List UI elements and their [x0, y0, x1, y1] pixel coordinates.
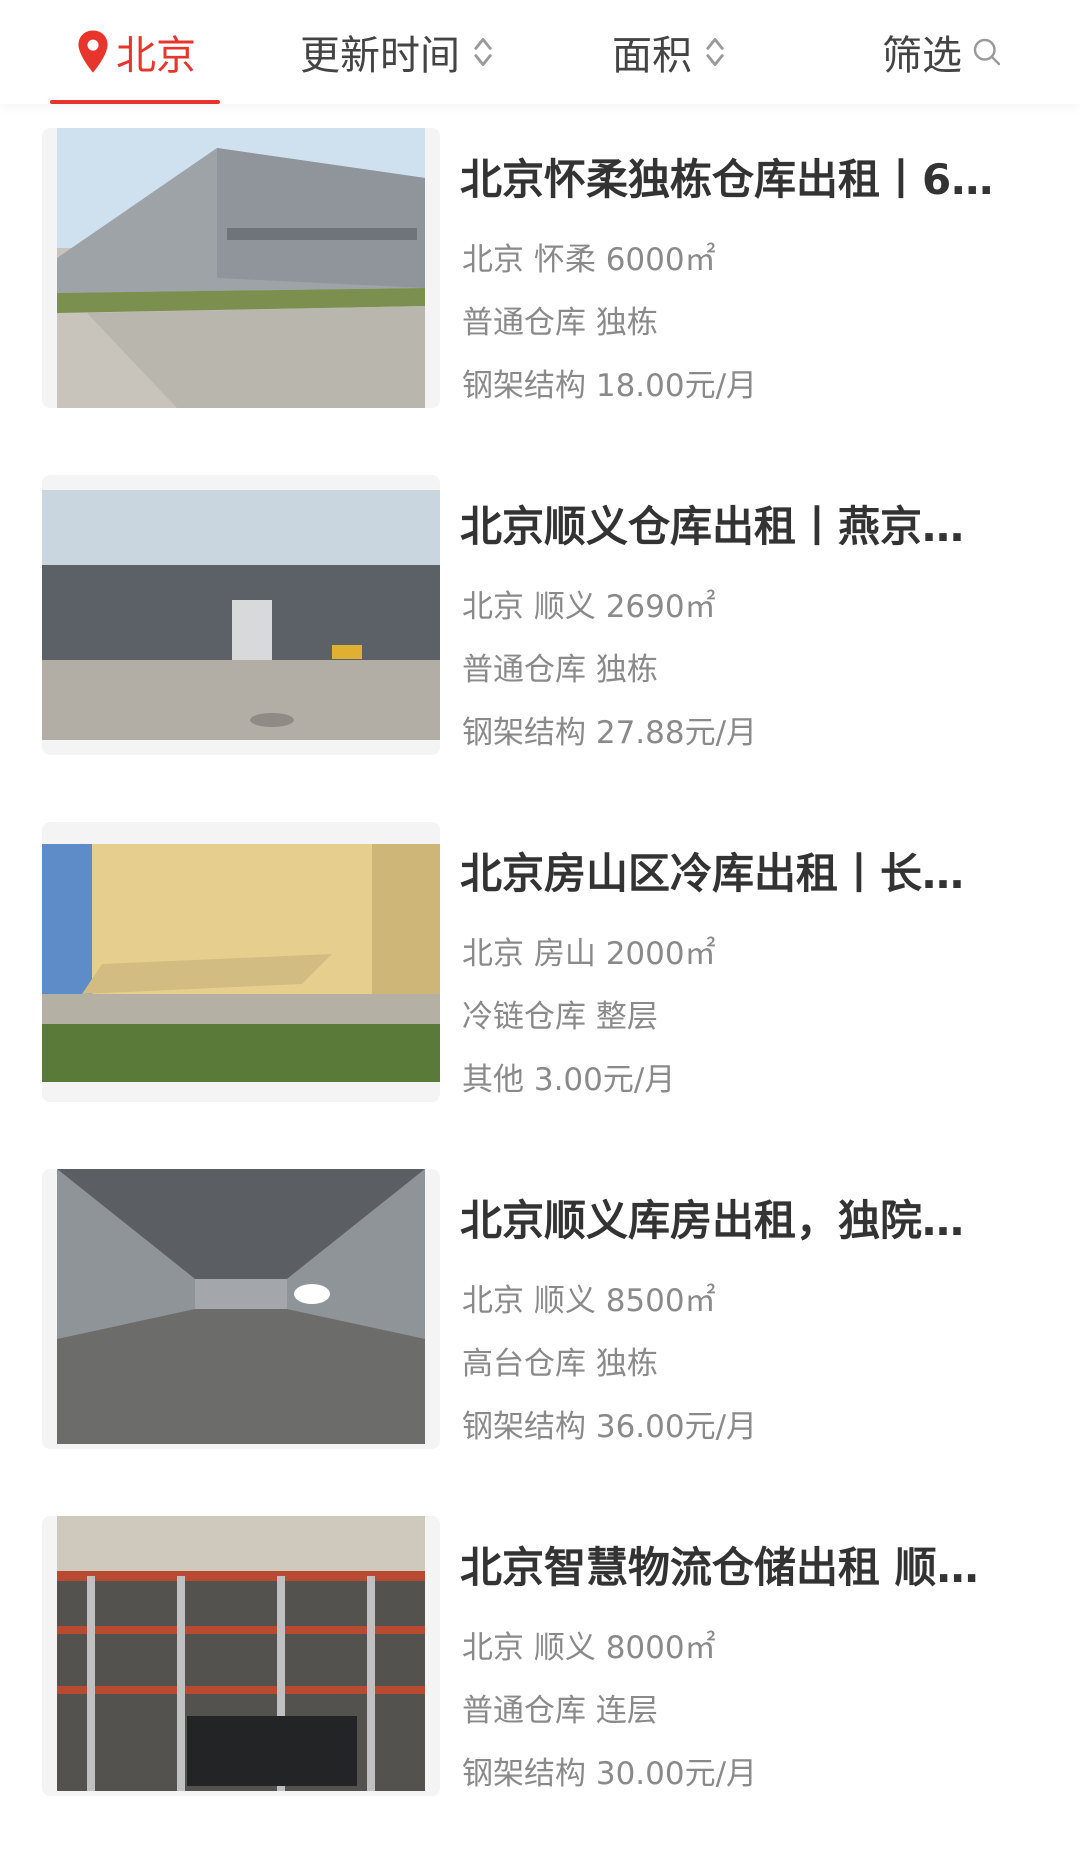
- active-tab-underline: [50, 100, 220, 104]
- sort-by-update-time[interactable]: 更新时间: [300, 0, 494, 104]
- listing-structure-price: 其他 3.00元/月: [462, 1062, 676, 1098]
- sort-toggle-icon: [706, 37, 724, 67]
- listing-location-area: 北京 怀柔 6000㎡: [462, 242, 716, 278]
- warehouse-photo: [42, 822, 440, 1102]
- listing-card[interactable]: 北京顺义库房出租，独院… 北京 顺义 8500㎡ 高台仓库 独栋 钢架结构 36…: [0, 1169, 1080, 1459]
- warehouse-photo: [42, 475, 440, 755]
- city-selector[interactable]: 北京: [50, 0, 220, 104]
- listing-card[interactable]: 北京怀柔独栋仓库出租丨6… 北京 怀柔 6000㎡ 普通仓库 独栋 钢架结构 1…: [0, 128, 1080, 418]
- listing-location-area: 北京 房山 2000㎡: [462, 936, 716, 972]
- sort-toggle-icon: [474, 37, 492, 67]
- listing-structure-price: 钢架结构 36.00元/月: [462, 1409, 758, 1445]
- listing-type: 普通仓库 独栋: [462, 652, 658, 688]
- listing-type: 普通仓库 连层: [462, 1693, 658, 1729]
- listing-location-area: 北京 顺义 8500㎡: [462, 1283, 716, 1319]
- listing-title: 北京智慧物流仓储出租 顺…: [460, 1543, 979, 1592]
- listing-type: 冷链仓库 整层: [462, 999, 658, 1035]
- listing-structure-price: 钢架结构 30.00元/月: [462, 1756, 758, 1792]
- location-pin-icon: [78, 30, 108, 73]
- filter-bar: 北京 更新时间 面积 筛选: [0, 0, 1080, 104]
- listing-title: 北京顺义库房出租，独院…: [460, 1196, 965, 1245]
- listing-card[interactable]: 北京房山区冷库出租丨长… 北京 房山 2000㎡ 冷链仓库 整层 其他 3.00…: [0, 822, 1080, 1112]
- warehouse-photo: [42, 1169, 440, 1449]
- search-icon: [973, 38, 1001, 66]
- listing-location-area: 北京 顺义 8000㎡: [462, 1630, 716, 1666]
- area-label: 面积: [612, 33, 692, 79]
- listing-structure-price: 钢架结构 18.00元/月: [462, 368, 758, 404]
- listing-type: 普通仓库 独栋: [462, 305, 658, 341]
- listing-type: 高台仓库 独栋: [462, 1346, 658, 1382]
- update-time-label: 更新时间: [300, 33, 460, 79]
- listing-structure-price: 钢架结构 27.88元/月: [462, 715, 758, 751]
- city-label: 北京: [116, 33, 196, 79]
- listing-title: 北京怀柔独栋仓库出租丨6…: [460, 155, 994, 204]
- listing-title: 北京顺义仓库出租丨燕京…: [460, 502, 965, 551]
- filter-label: 筛选: [882, 33, 962, 79]
- listing-location-area: 北京 顺义 2690㎡: [462, 589, 716, 625]
- warehouse-photo: [42, 128, 440, 408]
- sort-by-area[interactable]: 面积: [612, 0, 726, 104]
- listing-card[interactable]: 北京顺义仓库出租丨燕京… 北京 顺义 2690㎡ 普通仓库 独栋 钢架结构 27…: [0, 475, 1080, 765]
- warehouse-photo: [42, 1516, 440, 1796]
- filter-button[interactable]: 筛选: [882, 0, 1002, 104]
- listing-card[interactable]: 北京智慧物流仓储出租 顺… 北京 顺义 8000㎡ 普通仓库 连层 钢架结构 3…: [0, 1516, 1080, 1806]
- listing-title: 北京房山区冷库出租丨长…: [460, 849, 965, 898]
